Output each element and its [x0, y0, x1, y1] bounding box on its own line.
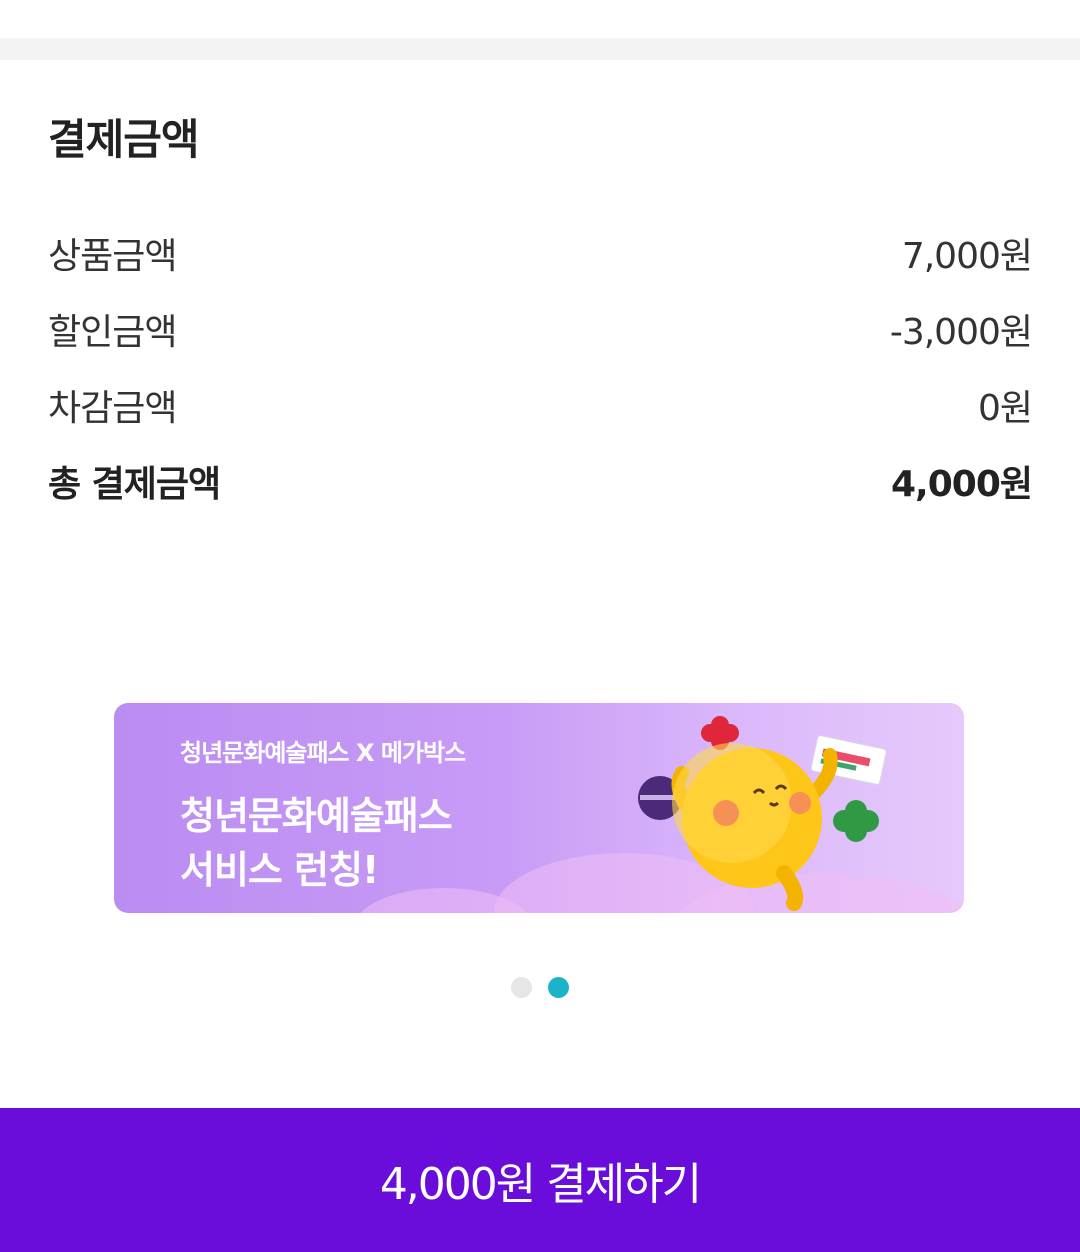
banner-headline-2: 서비스 런칭!: [180, 848, 379, 892]
mascot-leg: [776, 865, 804, 911]
row-label: 할인금액: [48, 312, 177, 353]
green-clover-icon: [833, 800, 879, 842]
row-value: -3,000원: [889, 312, 1033, 353]
banner-subtitle: 청년문화예술패스 X 메가박스: [180, 739, 466, 767]
total-amount-row: 총 결제금액 4,000원: [48, 443, 1033, 519]
top-spacer: [0, 0, 1080, 38]
section-divider: [0, 38, 1080, 60]
carousel-dot[interactable]: [511, 977, 532, 998]
pay-button[interactable]: 4,000원 결제하기: [0, 1108, 1080, 1252]
row-value: 7,000원: [901, 236, 1033, 277]
carousel-indicator: [0, 977, 1080, 998]
discount-amount-row: 할인금액 -3,000원: [48, 291, 1033, 367]
payment-amount-section: 결제금액 상품금액 7,000원 할인금액 -3,000원 차감금액 0원 총 …: [0, 60, 1080, 1107]
total-label: 총 결제금액: [48, 464, 221, 505]
row-value: 0원: [977, 388, 1033, 429]
row-label: 차감금액: [48, 388, 177, 429]
product-amount-row: 상품금액 7,000원: [48, 215, 1033, 291]
row-label: 상품금액: [48, 236, 177, 277]
section-title: 결제금액: [48, 115, 200, 164]
deduction-amount-row: 차감금액 0원: [48, 367, 1033, 443]
total-value: 4,000원: [891, 464, 1033, 505]
carousel-dot-active[interactable]: [548, 977, 569, 998]
promo-banner[interactable]: 청년문화예술패스 X 메가박스 청년문화예술패스 서비스 런칭!: [114, 703, 964, 913]
banner-headline: 청년문화예술패스: [180, 794, 453, 838]
payment-rows: 상품금액 7,000원 할인금액 -3,000원 차감금액 0원 총 결제금액 …: [48, 215, 1033, 519]
mascot-illustration: [638, 716, 887, 911]
